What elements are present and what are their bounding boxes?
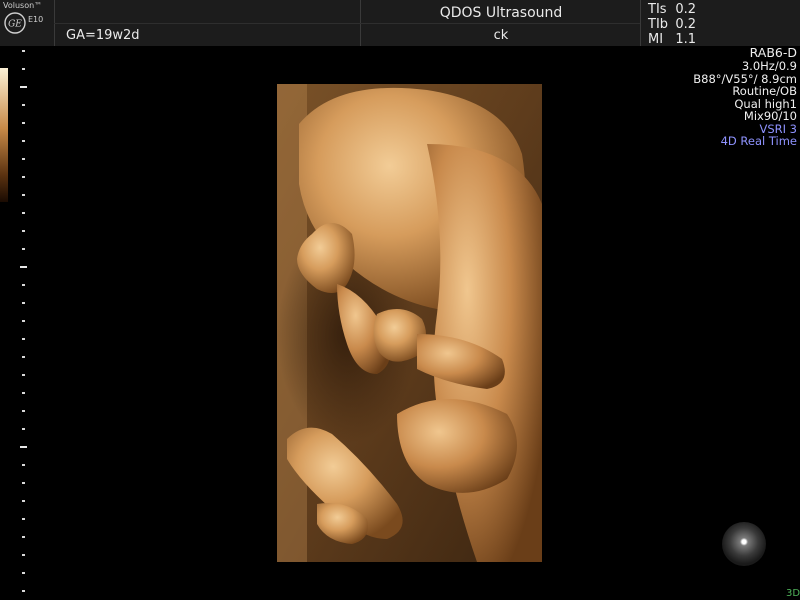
depth-tick [22, 284, 25, 286]
preset: Routine/OB [732, 84, 797, 98]
depth-tick [22, 194, 25, 196]
depth-tick [22, 410, 25, 412]
ge-logo-icon: GE [4, 12, 26, 34]
depth-tick [22, 554, 25, 556]
probe-name: RAB6-D [749, 45, 797, 60]
depth-tick [22, 212, 25, 214]
frequency: 3.0Hz/0.9 [741, 59, 797, 73]
header-divider [640, 0, 641, 46]
depth-tick [22, 572, 25, 574]
fetus-render-image [277, 84, 542, 562]
safety-label: TIb [648, 17, 669, 32]
safety-row-tis: TIs 0.2 [648, 2, 696, 17]
depth-tick [22, 536, 25, 538]
depth-tick [22, 104, 25, 106]
depth-tick-major [20, 446, 27, 448]
depth-tick [22, 338, 25, 340]
operator-initials: ck [493, 28, 509, 43]
depth-tick [22, 302, 25, 304]
depth-tick [22, 428, 25, 430]
imaging-mode: 4D Real Time [720, 134, 797, 148]
depth-tick [22, 374, 25, 376]
acquisition-parameters: RAB6-D 3.0Hz/0.9 B88°/V55°/ 8.9cm Routin… [693, 46, 797, 148]
safety-label: TIs [648, 2, 667, 17]
depth-tick [22, 590, 25, 592]
brand-block: Voluson™ GE E10 [0, 0, 54, 46]
safety-value: 1.1 [675, 32, 696, 47]
safety-indices: TIs 0.2 TIb 0.2 MI 1.1 [648, 2, 696, 47]
mix: Mix90/10 [743, 109, 797, 123]
depth-scale [17, 46, 31, 600]
safety-value: 0.2 [675, 2, 696, 17]
volume-render[interactable] [277, 84, 542, 562]
header-bar: Voluson™ GE E10 GA=19w2d QDOS Ultrasound… [0, 0, 800, 47]
depth-tick [22, 248, 25, 250]
grayscale-bar [0, 68, 8, 202]
depth-tick [22, 482, 25, 484]
header-divider [54, 23, 640, 24]
depth-tick [22, 392, 25, 394]
orientation-sphere-icon[interactable] [722, 522, 766, 566]
brand-name: Voluson™ [3, 1, 43, 10]
depth-tick [22, 230, 25, 232]
brand-model: E10 [28, 15, 44, 24]
depth-tick [22, 500, 25, 502]
depth-tick [22, 68, 25, 70]
gestational-age: GA=19w2d [66, 28, 140, 43]
depth-tick-major [20, 266, 27, 268]
safety-row-tib: TIb 0.2 [648, 17, 696, 32]
depth-tick [22, 140, 25, 142]
depth-tick-major [20, 86, 27, 88]
logo-text: GE [8, 20, 22, 30]
safety-row-mi: MI 1.1 [648, 32, 696, 47]
safety-value: 0.2 [675, 17, 696, 32]
safety-label: MI [648, 32, 664, 47]
site-name: QDOS Ultrasound [439, 5, 563, 21]
depth-tick [22, 320, 25, 322]
depth-tick [22, 518, 25, 520]
mode-tag: 3D [786, 588, 800, 599]
depth-tick [22, 464, 25, 466]
depth-tick [22, 122, 25, 124]
depth-tick [22, 356, 25, 358]
depth-tick [22, 176, 25, 178]
depth-tick [22, 158, 25, 160]
depth-tick [22, 50, 25, 52]
